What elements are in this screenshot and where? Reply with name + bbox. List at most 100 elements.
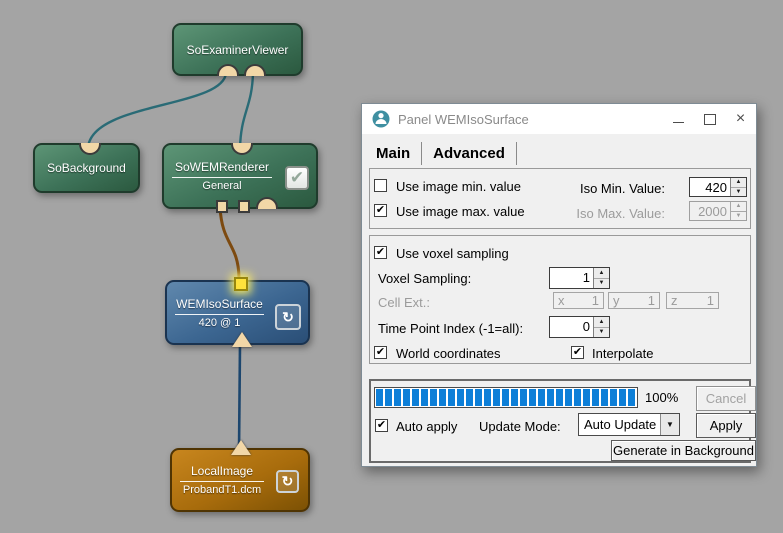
node-refresh-button[interactable]: ↻ — [275, 304, 301, 330]
cell-ext-y-field: y 1 — [608, 292, 660, 309]
cancel-button: Cancel — [696, 386, 756, 411]
node-title: SoWEMRenderer — [164, 160, 280, 174]
maximize-button[interactable] — [694, 104, 725, 134]
node-sobackground[interactable]: SoBackground — [33, 143, 140, 193]
node-localimage[interactable]: LocalImage ProbandT1.dcm ↻ — [170, 448, 310, 512]
auto-apply-checkbox[interactable]: ✔ — [375, 419, 388, 432]
use-image-min-label: Use image min. value — [396, 179, 521, 194]
time-point-value: 0 — [550, 317, 593, 337]
spin-up-icon[interactable]: ▲ — [731, 178, 746, 188]
update-mode-dropdown[interactable]: Auto Update ▼ — [578, 413, 680, 436]
spin-down-icon[interactable]: ▼ — [731, 188, 746, 197]
dropdown-button[interactable]: ▼ — [660, 414, 679, 435]
check-icon: ✔ — [376, 247, 385, 258]
spin-down-icon[interactable]: ▼ — [594, 279, 609, 289]
auto-apply-label: Auto apply — [396, 419, 457, 434]
panel-wemisosurface-window: Panel WEMIsoSurface × Main Advanced Use … — [361, 103, 757, 467]
spin-buttons: ▲▼ — [730, 202, 746, 220]
scene-connection-background — [88, 73, 226, 148]
node-title-separator — [175, 314, 264, 315]
axis-label: y — [613, 293, 620, 308]
interpolate-checkbox[interactable]: ✔ — [571, 346, 584, 359]
use-image-min-checkbox[interactable] — [374, 179, 387, 192]
voxel-sampling-value: 1 — [550, 268, 593, 288]
image-output-connector-icon[interactable] — [231, 440, 251, 455]
cell-ext-x-field: x 1 — [553, 292, 604, 309]
titlebar[interactable]: Panel WEMIsoSurface × — [362, 104, 756, 134]
iso-min-label: Iso Min. Value: — [520, 181, 665, 196]
spin-buttons[interactable]: ▲▼ — [593, 317, 609, 337]
wem-input-connector-icon[interactable] — [216, 200, 228, 213]
world-coordinates-checkbox[interactable]: ✔ — [374, 346, 387, 359]
update-mode-value: Auto Update — [579, 414, 660, 435]
wem-connection — [220, 207, 239, 277]
world-coordinates-label: World coordinates — [396, 346, 501, 361]
spin-up-icon[interactable]: ▲ — [594, 268, 609, 279]
node-title: WEMIsoSurface — [167, 297, 272, 311]
interpolate-label: Interpolate — [592, 346, 653, 361]
wem-output-connector-highlighted-icon[interactable] — [234, 277, 248, 291]
spin-buttons[interactable]: ▲▼ — [730, 178, 746, 196]
node-wemisosurface[interactable]: WEMIsoSurface 420 @ 1 ↻ — [165, 280, 310, 345]
iso-max-label: Iso Max. Value: — [520, 206, 665, 221]
app-icon — [372, 110, 390, 128]
wem-input-connector-icon[interactable] — [238, 200, 250, 213]
progress-fill — [376, 389, 636, 406]
spin-buttons[interactable]: ▲▼ — [593, 268, 609, 288]
image-connection — [239, 344, 240, 452]
use-voxel-sampling-label: Use voxel sampling — [396, 246, 509, 261]
update-mode-label: Update Mode: — [479, 419, 561, 434]
progress-percent: 100% — [645, 390, 678, 405]
spin-down-icon: ▼ — [731, 212, 746, 221]
scene-connection-renderer — [240, 73, 253, 148]
tab-bar: Main Advanced — [376, 142, 517, 165]
apply-group: 100% Cancel ✔ Auto apply Update Mode: Au… — [369, 379, 751, 463]
mevislab-workspace: { "graph": { "nodes": [ {"title": "SoExa… — [0, 0, 783, 533]
voxel-sampling-spinbox[interactable]: 1 ▲▼ — [549, 267, 610, 289]
node-enable-checkbox[interactable]: ✔ — [285, 166, 309, 190]
node-sowemrenderer[interactable]: SoWEMRenderer General ✔ — [162, 143, 318, 209]
minimize-button[interactable] — [663, 104, 694, 134]
node-subtitle: 420 @ 1 — [167, 317, 272, 329]
tab-separator — [421, 142, 422, 165]
image-input-connector-icon[interactable] — [232, 332, 252, 347]
generate-button-label: Generate in Background — [613, 443, 754, 458]
check-icon: ✔ — [573, 347, 582, 358]
spin-down-icon[interactable]: ▼ — [594, 328, 609, 338]
cancel-button-label: Cancel — [706, 391, 746, 406]
iso-min-spinbox[interactable]: 420 ▲▼ — [689, 177, 747, 197]
axis-label: z — [671, 293, 678, 308]
node-title: SoExaminerViewer — [174, 43, 301, 57]
iso-max-value: 2000 — [690, 202, 730, 220]
cell-ext-z-field: z 1 — [666, 292, 719, 309]
iso-value-group: Use image min. value Iso Min. Value: 420… — [369, 168, 751, 229]
use-image-max-checkbox[interactable]: ✔ — [374, 204, 387, 217]
check-icon: ✔ — [377, 420, 386, 431]
node-title: SoBackground — [35, 161, 138, 175]
use-image-max-label: Use image max. value — [396, 204, 525, 219]
refresh-icon: ↻ — [282, 309, 294, 326]
tab-main[interactable]: Main — [376, 145, 410, 165]
axis-value: 1 — [648, 293, 655, 308]
apply-button-label: Apply — [710, 418, 743, 433]
axis-value: 1 — [592, 293, 599, 308]
node-subtitle: ProbandT1.dcm — [172, 484, 272, 496]
use-voxel-sampling-checkbox[interactable]: ✔ — [374, 246, 387, 259]
voxel-sampling-label: Voxel Sampling: — [378, 271, 471, 286]
node-soexaminerviewer[interactable]: SoExaminerViewer — [172, 23, 303, 76]
window-title: Panel WEMIsoSurface — [398, 112, 663, 127]
generate-in-background-button[interactable]: Generate in Background — [611, 440, 756, 461]
voxel-sampling-group: ✔ Use voxel sampling Voxel Sampling: 1 ▲… — [369, 235, 751, 364]
progress-bar — [374, 387, 638, 408]
spin-up-icon[interactable]: ▲ — [594, 317, 609, 328]
node-refresh-button[interactable]: ↻ — [276, 470, 299, 493]
iso-min-value: 420 — [690, 178, 730, 196]
close-button[interactable]: × — [725, 104, 756, 134]
axis-label: x — [558, 293, 565, 308]
apply-button[interactable]: Apply — [696, 413, 756, 438]
iso-max-spinbox: 2000 ▲▼ — [689, 201, 747, 221]
tab-advanced[interactable]: Advanced — [433, 145, 505, 165]
time-point-spinbox[interactable]: 0 ▲▼ — [549, 316, 610, 338]
minimize-icon — [673, 121, 684, 123]
chevron-down-icon: ▼ — [666, 420, 674, 429]
